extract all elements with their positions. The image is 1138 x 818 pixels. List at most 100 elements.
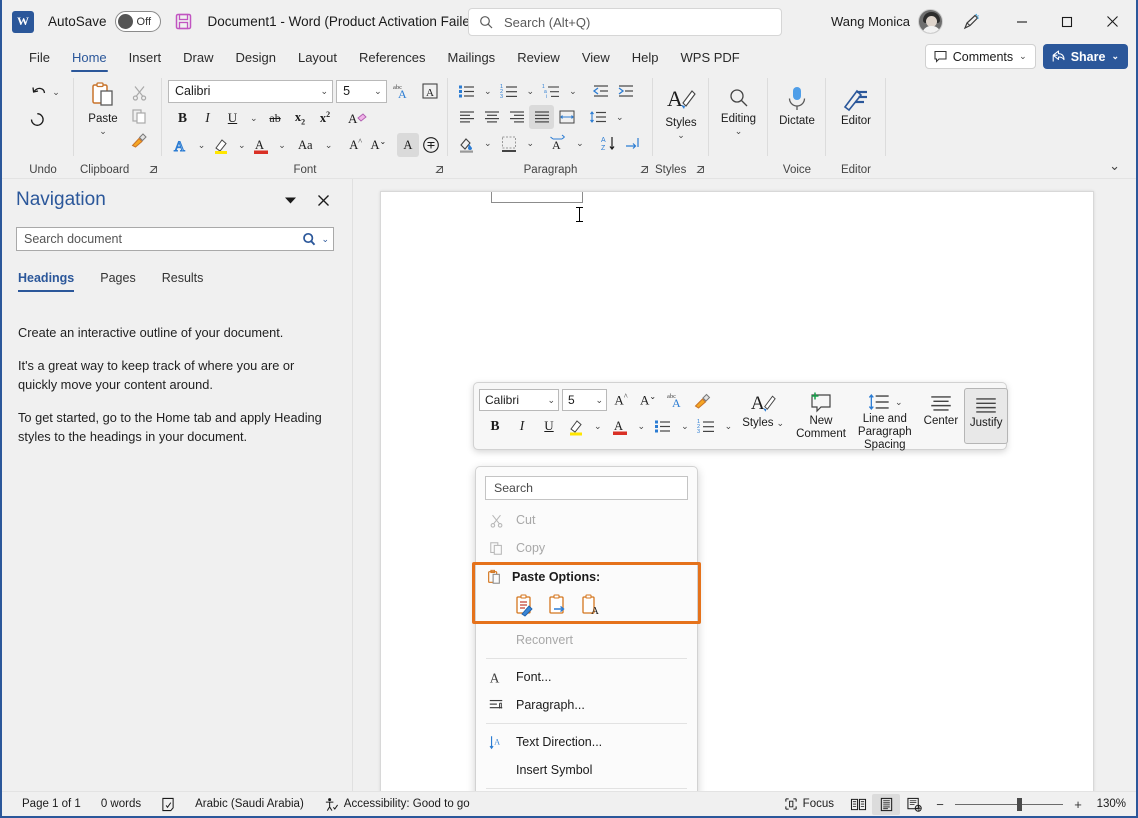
- paste-dropdown-icon[interactable]: ⌄: [99, 126, 107, 137]
- numbering-button[interactable]: 123: [497, 79, 522, 103]
- enclose-characters-button[interactable]: [419, 133, 442, 157]
- mini-shrink-font-button[interactable]: A⌄: [635, 387, 661, 413]
- cut-button[interactable]: [126, 80, 152, 104]
- save-icon[interactable]: [175, 13, 192, 30]
- mini-numbering-button[interactable]: 123: [694, 413, 720, 439]
- tab-review[interactable]: Review: [506, 46, 571, 72]
- tab-file[interactable]: File: [18, 46, 61, 72]
- close-button[interactable]: [1089, 0, 1136, 43]
- tab-home[interactable]: Home: [61, 46, 118, 72]
- align-center-button[interactable]: [479, 105, 504, 129]
- editing-button[interactable]: Editing ⌄: [716, 83, 762, 137]
- format-painter-button[interactable]: [126, 128, 152, 152]
- mini-italic-button[interactable]: I: [509, 413, 535, 439]
- mini-line-spacing-dropdown-icon[interactable]: ⌄: [895, 396, 903, 409]
- copy-button[interactable]: [126, 104, 152, 128]
- highlight-dropdown-icon[interactable]: ⌄: [233, 140, 251, 151]
- mini-bold-button[interactable]: B: [482, 413, 508, 439]
- mini-bullets-dropdown-icon[interactable]: ⌄: [677, 421, 693, 432]
- paragraph-dialog-launcher[interactable]: [640, 165, 650, 175]
- chevron-down-icon[interactable]: ⌄: [1019, 51, 1027, 62]
- status-proofing[interactable]: [151, 794, 185, 815]
- numbering-dropdown-icon[interactable]: ⌄: [522, 86, 540, 97]
- mini-new-comment-button[interactable]: New Comment: [790, 387, 852, 445]
- context-menu-search-input[interactable]: Search: [485, 476, 688, 500]
- chevron-down-icon[interactable]: ⌄: [374, 86, 382, 97]
- nav-tab-headings[interactable]: Headings: [18, 271, 75, 292]
- chevron-down-icon[interactable]: ⌄: [595, 395, 603, 406]
- zoom-slider-thumb[interactable]: [1017, 797, 1022, 811]
- change-case-dropdown-icon[interactable]: ⌄: [320, 140, 338, 151]
- tab-help[interactable]: Help: [621, 46, 670, 72]
- tab-insert[interactable]: Insert: [118, 46, 173, 72]
- search-icon[interactable]: [302, 232, 317, 247]
- search-box[interactable]: Search (Alt+Q): [468, 8, 782, 36]
- text-direction-dropdown-icon[interactable]: ⌄: [571, 138, 589, 149]
- styles-button[interactable]: A Styles ⌄: [659, 81, 703, 141]
- styles-dialog-launcher[interactable]: [696, 165, 706, 175]
- increase-indent-button[interactable]: [614, 79, 639, 103]
- status-word-count[interactable]: 0 words: [91, 794, 151, 815]
- paste-keep-text-only-icon[interactable]: A: [580, 593, 602, 617]
- zoom-slider-track[interactable]: [955, 797, 1063, 811]
- strikethrough-button[interactable]: ab: [263, 106, 288, 130]
- share-button[interactable]: Share ⌄: [1042, 44, 1128, 69]
- status-page-count[interactable]: Page 1 of 1: [12, 794, 91, 815]
- mini-center-button[interactable]: Center: [918, 387, 965, 445]
- bullets-dropdown-icon[interactable]: ⌄: [479, 86, 497, 97]
- font-color-button[interactable]: A: [251, 133, 274, 157]
- tab-draw[interactable]: Draw: [172, 46, 224, 72]
- mini-justify-button[interactable]: Justify: [964, 388, 1009, 444]
- shading-button[interactable]: [454, 131, 479, 155]
- bold-button[interactable]: B: [170, 106, 195, 130]
- context-menu-item-paragraph[interactable]: Paragraph...: [476, 691, 697, 719]
- undo-button[interactable]: [26, 80, 52, 104]
- borders-button[interactable]: [497, 131, 522, 155]
- undo-dropdown-icon[interactable]: ⌄: [52, 87, 60, 98]
- paste-button[interactable]: Paste ⌄: [80, 77, 126, 152]
- chevron-down-icon[interactable]: ⌄: [321, 86, 329, 97]
- font-name-combo[interactable]: Calibri ⌄: [168, 79, 334, 103]
- comments-button[interactable]: Comments ⌄: [924, 44, 1036, 69]
- paste-keep-source-formatting-icon[interactable]: [514, 593, 536, 617]
- tab-layout[interactable]: Layout: [287, 46, 348, 72]
- italic-button[interactable]: I: [195, 106, 220, 130]
- text-highlight-color-button[interactable]: [210, 133, 233, 157]
- mini-highlight-dropdown-icon[interactable]: ⌄: [590, 421, 606, 432]
- navigation-close-icon[interactable]: [317, 194, 330, 207]
- tab-view[interactable]: View: [571, 46, 621, 72]
- tab-references[interactable]: References: [348, 46, 436, 72]
- zoom-in-button[interactable]: +: [1072, 797, 1084, 812]
- mini-format-painter-button[interactable]: [689, 387, 715, 413]
- context-menu-item-font[interactable]: A Font...: [476, 663, 697, 691]
- character-shading-button[interactable]: A: [396, 133, 420, 157]
- mini-font-size-combo[interactable]: 5 ⌄: [562, 389, 607, 411]
- mini-styles-button[interactable]: A Styles ⌄: [736, 387, 790, 445]
- clipboard-dialog-launcher[interactable]: [149, 165, 159, 175]
- status-language[interactable]: Arabic (Saudi Arabia): [185, 794, 314, 815]
- line-spacing-dropdown-icon[interactable]: ⌄: [611, 112, 629, 123]
- multilevel-dropdown-icon[interactable]: ⌄: [564, 86, 582, 97]
- mini-font-color-dropdown-icon[interactable]: ⌄: [634, 421, 650, 432]
- chevron-down-icon[interactable]: ⌄: [1111, 51, 1119, 62]
- show-formatting-marks-button[interactable]: [621, 131, 646, 155]
- zoom-slider[interactable]: − +: [928, 797, 1090, 812]
- text-effects-button[interactable]: A: [170, 133, 193, 157]
- zoom-out-button[interactable]: −: [934, 797, 946, 812]
- status-focus-button[interactable]: Focus: [774, 794, 844, 815]
- change-case-aa-button[interactable]: Aa: [291, 133, 320, 157]
- avatar[interactable]: [918, 9, 943, 34]
- align-right-button[interactable]: [504, 105, 529, 129]
- tab-wps-pdf[interactable]: WPS PDF: [670, 46, 751, 72]
- multilevel-list-button[interactable]: 1ai: [539, 79, 564, 103]
- mini-underline-button[interactable]: U: [536, 413, 562, 439]
- decrease-indent-button[interactable]: [589, 79, 614, 103]
- document-area[interactable]: [353, 179, 1136, 791]
- editor-button[interactable]: Editor: [833, 81, 879, 128]
- bullets-button[interactable]: [454, 79, 479, 103]
- redo-button[interactable]: [24, 107, 50, 131]
- minimize-button[interactable]: [999, 0, 1044, 43]
- context-menu-item-insert-symbol[interactable]: Insert Symbol: [476, 756, 697, 784]
- search-options-dropdown-icon[interactable]: ⌄: [321, 234, 329, 245]
- context-menu-item-text-direction[interactable]: A Text Direction...: [476, 728, 697, 756]
